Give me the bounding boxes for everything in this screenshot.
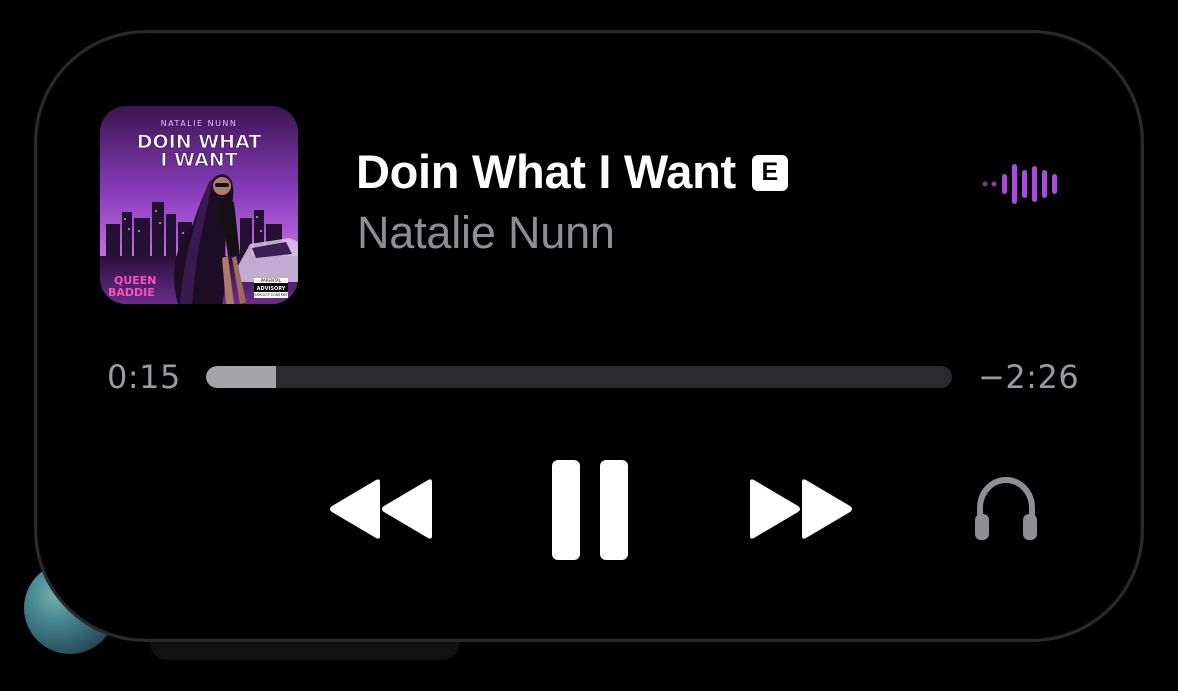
now-playing-screen: NATALIE NUNN DOIN WHAT I WANT QUEEN BADD… xyxy=(0,0,1178,691)
song-title: Doin What I Want xyxy=(356,145,736,198)
artwork-advisory-top: PARENTAL xyxy=(261,278,282,283)
song-title-row[interactable]: Doin What I Want E xyxy=(356,144,788,199)
audio-output-button[interactable] xyxy=(972,474,1040,544)
progress-fill xyxy=(206,366,277,388)
artwork-title-line2: I WANT xyxy=(160,149,237,171)
explicit-badge: E xyxy=(751,154,788,191)
pause-icon xyxy=(552,460,628,560)
artwork-artist-text: NATALIE NUNN xyxy=(161,119,238,128)
pause-button[interactable] xyxy=(550,458,630,562)
artwork-corner-line2: BADDIE xyxy=(108,286,155,299)
fast-forward-icon xyxy=(750,479,852,539)
headphones-icon xyxy=(977,476,1035,521)
artwork-advisory-mid: ADVISORY xyxy=(257,286,286,292)
fast-forward-button[interactable] xyxy=(748,478,856,540)
rewind-icon xyxy=(330,479,432,539)
remaining-time: −2:26 xyxy=(978,358,1080,396)
artist-name[interactable]: Natalie Nunn xyxy=(357,207,615,259)
progress-scrubber[interactable] xyxy=(206,366,952,388)
elapsed-time: 0:15 xyxy=(107,358,181,396)
album-artwork[interactable]: NATALIE NUNN DOIN WHAT I WANT QUEEN BADD… xyxy=(100,106,298,304)
artwork-advisory-bottom: EXPLICIT CONTENT xyxy=(254,293,288,297)
album-artwork-image: NATALIE NUNN DOIN WHAT I WANT QUEEN BADD… xyxy=(100,106,298,304)
rewind-button[interactable] xyxy=(326,478,434,540)
audio-waveform-icon xyxy=(982,164,1057,204)
